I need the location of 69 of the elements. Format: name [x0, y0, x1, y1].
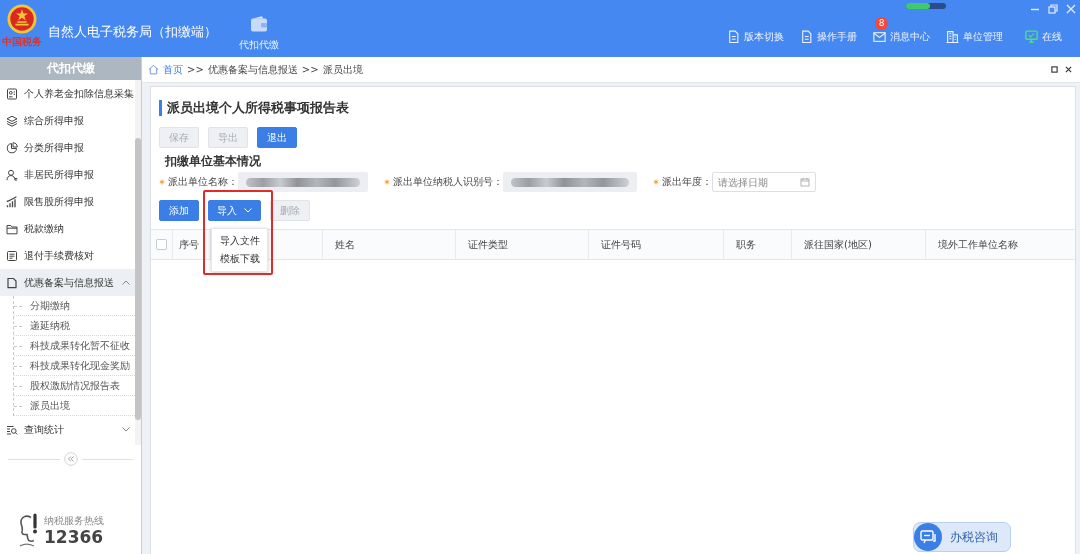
logo-text: 中国税务 — [2, 36, 42, 47]
form-button[interactable]: 退出 — [257, 127, 297, 148]
column-header: 姓名 — [323, 230, 456, 259]
caret-icon — [244, 208, 252, 213]
wallet-icon — [250, 16, 268, 32]
menu-item[interactable]: 导入文件 — [212, 232, 267, 250]
form-icon — [6, 87, 18, 100]
action-button[interactable]: 添加 — [159, 200, 199, 221]
menu-item[interactable]: 模板下载 — [212, 250, 267, 268]
sidebar-item[interactable]: 个人养老金扣除信息采集 — [0, 80, 135, 107]
folder-icon — [6, 222, 18, 235]
notification-badge: 8 — [875, 16, 888, 30]
field-label: 派出单位名称： — [168, 175, 238, 189]
progress-pill-icon — [906, 3, 946, 9]
emblem-icon — [7, 4, 37, 34]
breadcrumb-separator: >> — [187, 64, 204, 75]
chat-icon — [914, 523, 942, 551]
select-all-checkbox[interactable] — [156, 239, 167, 250]
document-icon — [6, 276, 18, 289]
column-header: 职务 — [724, 230, 792, 259]
sidebar-item[interactable]: 非居民所得申报 — [0, 161, 135, 188]
section-title: 扣缴单位基本情况 — [165, 154, 262, 169]
consult-button[interactable]: 办税咨询 — [913, 522, 1011, 552]
sidebar-item[interactable]: 优惠备案与信息报送 — [0, 269, 135, 296]
sidebar-item[interactable]: 查询统计 — [0, 416, 135, 443]
search-list-icon — [6, 423, 18, 436]
envelope-icon — [873, 30, 886, 43]
column-header: 证件类型 — [456, 230, 589, 259]
collapse-icon[interactable] — [63, 452, 78, 466]
column-header: 证件号码 — [589, 230, 724, 259]
breadcrumb-link[interactable]: 首页 — [163, 62, 183, 77]
user-icon — [6, 168, 18, 181]
app-title: 自然人电子税务局（扣缴端） — [48, 22, 217, 41]
layers-icon — [6, 114, 18, 127]
sidebar-title: 代扣代缴 — [0, 57, 141, 80]
column-header: 派往国家(地区) — [792, 230, 926, 259]
document-icon — [727, 30, 740, 43]
hotline-caption: 纳税服务热线 — [44, 515, 104, 527]
sidebar-item[interactable]: 限售股所得申报 — [0, 188, 135, 215]
column-header: 境外工作单位名称 — [937, 237, 1019, 252]
hotline-logo-icon — [18, 513, 40, 549]
home-icon[interactable] — [148, 64, 159, 75]
document-icon — [800, 30, 813, 43]
bar-chart-icon — [6, 195, 18, 208]
import-dropdown-button[interactable]: 导入 — [208, 200, 261, 221]
restore-icon[interactable] — [1048, 4, 1058, 14]
hotline-number: 12366 — [44, 527, 104, 547]
pie-chart-icon — [6, 141, 18, 154]
close-icon[interactable] — [1065, 66, 1072, 73]
column-header: 序号 — [173, 230, 211, 259]
field-label: 派出单位纳税人识别号： — [393, 175, 503, 189]
breadcrumb-item: 优惠备案与信息报送 — [207, 62, 298, 77]
breadcrumb-item: 派员出境 — [322, 62, 363, 77]
scrollbar-thumb[interactable] — [135, 138, 141, 420]
building-icon — [946, 30, 959, 43]
maximize-icon[interactable] — [1051, 66, 1058, 73]
monitor-icon — [1025, 30, 1038, 43]
form-title: 派员出境个人所得税事项报告表 — [159, 100, 349, 116]
masked-field[interactable] — [238, 172, 368, 192]
breadcrumb-separator: >> — [301, 64, 319, 75]
masked-field[interactable] — [503, 172, 637, 192]
sidebar-item[interactable]: 综合所得申报 — [0, 107, 135, 134]
sidebar-item[interactable]: 分类所得申报 — [0, 134, 135, 161]
field-label: 派出年度： — [662, 175, 712, 189]
sidebar-item[interactable]: 税款缴纳 — [0, 215, 135, 242]
date-field[interactable]: 请选择日期 — [712, 172, 816, 192]
sidebar-item[interactable]: 退付手续费核对 — [0, 242, 135, 269]
list-icon — [6, 249, 18, 262]
calendar-icon[interactable] — [800, 177, 810, 187]
